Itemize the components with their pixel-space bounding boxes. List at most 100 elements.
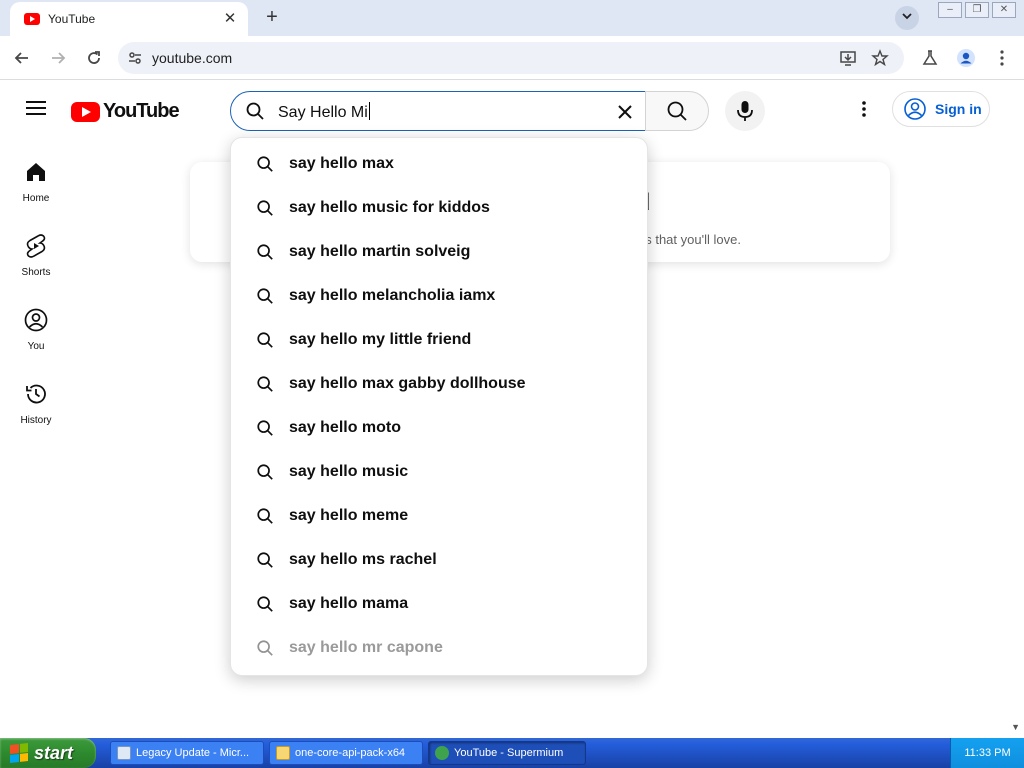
suggestion-item[interactable]: say hello martin solveig bbox=[231, 230, 647, 274]
browser-menu-button[interactable] bbox=[990, 46, 1014, 70]
window-controls: – ❐ ✕ bbox=[938, 2, 1016, 18]
settings-menu-button[interactable] bbox=[852, 97, 876, 121]
taskbar-item-legacy-update[interactable]: Legacy Update - Micr... bbox=[110, 741, 264, 765]
labs-button[interactable] bbox=[918, 46, 942, 70]
guide-item-home[interactable]: Home bbox=[4, 144, 68, 218]
search-icon bbox=[255, 506, 275, 526]
search-icon bbox=[255, 550, 275, 570]
suggestion-text: say hello music for kiddos bbox=[289, 199, 490, 216]
search-icon bbox=[255, 330, 275, 350]
guide-label-you: You bbox=[27, 341, 45, 352]
suggestion-item[interactable]: say hello my little friend bbox=[231, 318, 647, 362]
search-input[interactable]: Say Hello Mi bbox=[230, 91, 646, 131]
sign-in-button[interactable]: Sign in bbox=[892, 91, 990, 127]
forward-button[interactable] bbox=[46, 46, 70, 70]
suggestion-text: say hello mr capone bbox=[289, 639, 443, 656]
taskbar-item-label: YouTube - Supermium bbox=[454, 747, 564, 759]
search-query-text: Say Hello Mi bbox=[278, 102, 370, 121]
clear-search-button[interactable] bbox=[611, 98, 639, 126]
suggestion-item[interactable]: say hello meme bbox=[231, 494, 647, 538]
minimize-button[interactable]: – bbox=[938, 2, 962, 18]
guide-item-you[interactable]: You bbox=[4, 292, 68, 366]
account-icon bbox=[904, 98, 926, 120]
browser-toolbar: youtube.com bbox=[0, 36, 1024, 80]
shorts-icon bbox=[24, 234, 48, 258]
guide-label-shorts: Shorts bbox=[21, 267, 51, 278]
home-icon bbox=[24, 160, 48, 184]
suggestion-item[interactable]: say hello mr capone bbox=[231, 626, 647, 670]
youtube-logo[interactable]: YouTube bbox=[71, 100, 180, 123]
taskbar-item-folder[interactable]: one-core-api-pack-x64 bbox=[269, 741, 423, 765]
search-icon bbox=[255, 418, 275, 438]
profile-button[interactable] bbox=[954, 46, 978, 70]
search-icon bbox=[255, 154, 275, 174]
suggestion-text: say hello martin solveig bbox=[289, 243, 471, 260]
suggestion-item[interactable]: say hello max gabby dollhouse bbox=[231, 362, 647, 406]
flask-icon bbox=[922, 50, 938, 65]
system-tray: 11:33 PM bbox=[950, 738, 1024, 768]
guide-item-shorts[interactable]: Shorts bbox=[4, 218, 68, 292]
folder-icon bbox=[276, 746, 290, 760]
guide-label-history: History bbox=[20, 415, 52, 426]
tab-strip: YouTube ✕ + – ❐ ✕ bbox=[0, 0, 1024, 36]
youtube-logo-text: YouTube bbox=[103, 100, 180, 122]
suggestion-text: say hello max bbox=[289, 155, 394, 172]
kebab-menu-icon bbox=[862, 101, 866, 117]
tab-title: YouTube bbox=[48, 12, 96, 26]
tab-search-button[interactable] bbox=[895, 6, 919, 30]
taskbar: start Legacy Update - Micr... one-core-a… bbox=[0, 738, 1024, 768]
suggestion-item[interactable]: say hello melancholia iamx bbox=[231, 274, 647, 318]
install-app-button[interactable] bbox=[836, 46, 860, 70]
search-icon bbox=[255, 462, 275, 482]
youtube-masthead: YouTube Say Hello Mi Sign in bbox=[0, 81, 1024, 137]
tab-close-button[interactable]: ✕ bbox=[220, 9, 240, 29]
taskbar-item-label: one-core-api-pack-x64 bbox=[295, 747, 406, 759]
suggestion-item[interactable]: say hello music for kiddos bbox=[231, 186, 647, 230]
youtube-favicon-icon bbox=[24, 13, 40, 25]
start-button[interactable]: start bbox=[0, 738, 96, 768]
search-icon bbox=[255, 638, 275, 658]
suggestion-item[interactable]: say hello ms rachel bbox=[231, 538, 647, 582]
reload-icon bbox=[88, 51, 100, 64]
taskbar-item-label: Legacy Update - Micr... bbox=[136, 747, 250, 759]
suggestion-text: say hello meme bbox=[289, 507, 409, 524]
windows-logo-icon bbox=[10, 743, 28, 763]
back-button[interactable] bbox=[10, 46, 34, 70]
suggestion-item[interactable]: say hello mama bbox=[231, 582, 647, 626]
taskbar-item-supermium[interactable]: YouTube - Supermium bbox=[428, 741, 586, 765]
guide-label-home: Home bbox=[22, 193, 50, 204]
kebab-menu-icon bbox=[1000, 50, 1004, 66]
suggestion-item[interactable]: say hello moto bbox=[231, 406, 647, 450]
url-text: youtube.com bbox=[152, 50, 233, 66]
arrow-right-icon bbox=[52, 52, 66, 64]
search-icon bbox=[255, 286, 275, 306]
voice-search-button[interactable] bbox=[725, 91, 765, 131]
arrow-left-icon bbox=[14, 52, 28, 64]
profile-icon bbox=[957, 49, 975, 67]
new-tab-button[interactable]: + bbox=[262, 6, 282, 28]
restore-button[interactable]: ❐ bbox=[965, 2, 989, 18]
clock[interactable]: 11:33 PM bbox=[964, 747, 1010, 759]
youtube-play-icon bbox=[71, 101, 100, 122]
chevron-down-icon bbox=[902, 13, 912, 20]
suggestion-item[interactable]: say hello max bbox=[231, 142, 647, 186]
address-bar[interactable]: youtube.com bbox=[118, 42, 904, 74]
guide-menu-button[interactable] bbox=[24, 97, 48, 121]
suggestion-item[interactable]: say hello music bbox=[231, 450, 647, 494]
search-icon bbox=[245, 101, 265, 126]
search-icon bbox=[667, 101, 687, 121]
guide-item-history[interactable]: History bbox=[4, 366, 68, 440]
bookmark-button[interactable] bbox=[868, 46, 892, 70]
suggestion-text: say hello moto bbox=[289, 419, 402, 436]
legacy-update-icon bbox=[117, 746, 131, 760]
close-window-button[interactable]: ✕ bbox=[992, 2, 1016, 18]
start-label: start bbox=[34, 742, 74, 763]
scroll-down-arrow-icon[interactable]: ▼ bbox=[1011, 722, 1020, 732]
tab-youtube[interactable]: YouTube ✕ bbox=[10, 2, 248, 36]
search-button[interactable] bbox=[645, 91, 709, 131]
reload-button[interactable] bbox=[82, 46, 106, 70]
suggestion-text: say hello max gabby dollhouse bbox=[289, 375, 526, 392]
suggestion-text: say hello music bbox=[289, 463, 409, 480]
site-info-icon[interactable] bbox=[126, 49, 144, 67]
you-icon bbox=[24, 308, 48, 332]
